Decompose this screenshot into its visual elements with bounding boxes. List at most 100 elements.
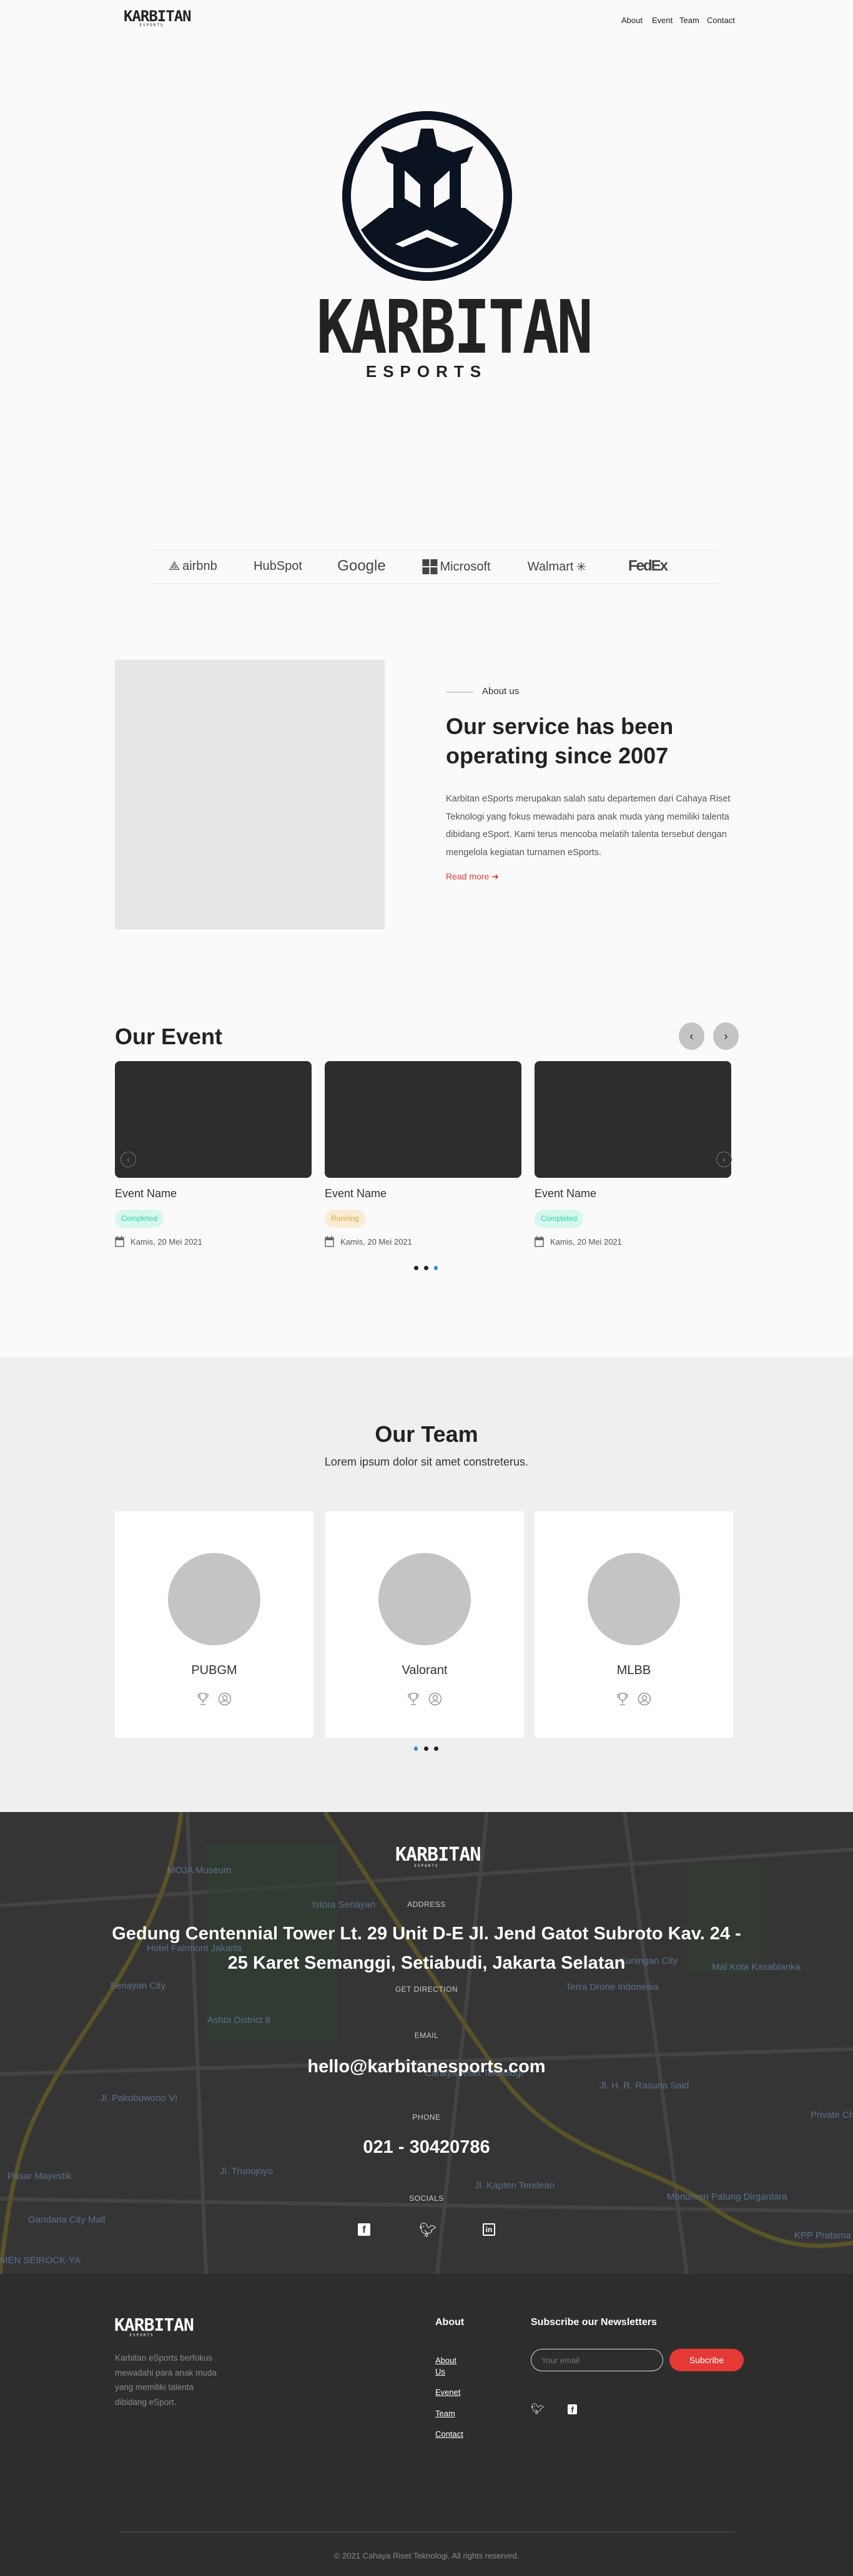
event-card-image[interactable] (115, 1061, 312, 1178)
logo-text: KARBITAN (114, 2314, 194, 2335)
team-card[interactable]: PUBGM (115, 1511, 313, 1738)
linkedin-icon[interactable]: in (483, 2223, 495, 2236)
team-avatar (378, 1553, 471, 1645)
team-pagination-dot[interactable] (424, 1746, 428, 1751)
subscribe-button[interactable]: Subcribe (669, 2349, 744, 2371)
read-more-link[interactable]: Read more ➜ (446, 871, 499, 882)
brand-label: Microsoft (440, 559, 491, 574)
event-card-image[interactable] (535, 1061, 731, 1178)
event-status-badge: Completed (115, 1210, 164, 1228)
team-pagination-dot[interactable] (414, 1746, 418, 1751)
footer-link-contact[interactable]: Contact (435, 2429, 463, 2439)
map-label: KPP Pratama Setiabudi (794, 2230, 853, 2241)
nav-about[interactable]: About (621, 16, 643, 25)
nav-logo[interactable]: KARBITAN ESPORTS (124, 9, 192, 27)
brand-label: Walmart (527, 560, 574, 574)
event-date: Kamis, 20 Mei 2021 (535, 1236, 622, 1247)
team-title: Our Team (375, 1421, 478, 1447)
email-value[interactable]: hello@karbitanesports.com (0, 2052, 853, 2082)
get-direction-link[interactable]: GET DIRECTION (395, 1985, 458, 1994)
footer-about-heading: About (435, 2317, 465, 2328)
event-card-image[interactable] (325, 1061, 521, 1178)
calendar-icon (535, 1236, 544, 1247)
address-line: Gedung Centennial Tower Lt. 29 Unit D-E … (112, 1924, 741, 1944)
brand-airbnb: ⟁ airbnb (169, 559, 217, 574)
map-label: Jl. Trunojoyo (220, 2166, 274, 2177)
events-next-button[interactable]: › (713, 1022, 739, 1050)
airbnb-icon: ⟁ (169, 559, 180, 573)
eyebrow-line (446, 692, 473, 693)
event-pagination-dot[interactable] (414, 1266, 418, 1270)
twitter-icon[interactable]: 🐦︎ (419, 2222, 436, 2238)
team-card[interactable]: Valorant (325, 1511, 524, 1738)
brand-label: airbnb (182, 559, 217, 573)
footer-description: Karbitan eSports berfokus mewadahi para … (115, 2353, 217, 2407)
card-prev-icon[interactable]: ‹ (121, 1152, 136, 1167)
map-label: Ashta District 8 (207, 2015, 270, 2025)
address-line: 25 Karet Semanggi, Setiabudi, Jakarta Se… (227, 1953, 626, 1973)
brand-fedex: FedEx (628, 557, 668, 575)
trophy-icon[interactable] (197, 1692, 209, 1706)
user-circle-icon[interactable] (638, 1692, 651, 1706)
footer-logo: KARBITAN ESPORTS (114, 2316, 194, 2338)
user-circle-icon[interactable] (428, 1692, 442, 1706)
socials-label: SOCIALS (409, 2194, 444, 2203)
event-status-badge: Running (325, 1210, 365, 1228)
calendar-icon (115, 1236, 124, 1247)
events-prev-button[interactable]: ‹ (679, 1022, 704, 1050)
footer-link-about-us[interactable]: About Us (435, 2355, 460, 2378)
footer-link-team[interactable]: Team (435, 2409, 455, 2418)
brand-hubspot: HubSpot (254, 559, 302, 574)
about-eyebrow: About us (482, 686, 520, 697)
team-card[interactable]: MLBB (535, 1511, 733, 1738)
user-circle-icon[interactable] (218, 1692, 232, 1706)
about-image (115, 660, 385, 929)
nav-team[interactable]: Team (679, 16, 699, 25)
phone-value: 021 - 30420786 (363, 2137, 490, 2157)
title-line: Our service has been (446, 713, 674, 739)
event-date: Kamis, 20 Mei 2021 (325, 1236, 412, 1247)
map-label: Jl. Kapten Tendean (475, 2180, 555, 2191)
brand-walmart: Walmart ✳ (528, 559, 586, 575)
nav-event[interactable]: Event (652, 16, 673, 25)
event-status-badge: Completed (535, 1210, 584, 1228)
footer-facebook-icon[interactable]: f (568, 2404, 577, 2414)
brand-label: Google (337, 557, 386, 574)
address-text: Gedung Centennial Tower Lt. 29 Unit D-E … (0, 1919, 853, 1978)
facebook-icon[interactable]: f (358, 2223, 370, 2236)
footer-link-event[interactable]: Evenet (435, 2387, 460, 2397)
about-paragraph: Karbitan eSports merupakan salah satu de… (446, 794, 731, 858)
microsoft-icon (422, 559, 438, 574)
copyright: © 2021 Cahaya Riset Teknologi. All right… (333, 2551, 520, 2560)
event-pagination-dot[interactable] (434, 1266, 438, 1270)
newsletter-email-input[interactable] (531, 2349, 663, 2371)
team-pagination-dot[interactable] (434, 1746, 438, 1751)
address-label: ADDRESS (407, 1900, 446, 1909)
trophy-icon[interactable] (407, 1692, 420, 1706)
nav-contact[interactable]: Contact (707, 16, 735, 25)
chevron-left-icon: ‹ (689, 1030, 694, 1042)
walmart-spark-icon: ✳ (576, 561, 587, 574)
event-name: Event Name (535, 1187, 597, 1200)
brand-label: FedEx (628, 557, 668, 574)
footer-twitter-icon[interactable]: 🐦︎ (531, 2403, 545, 2416)
brand-google: Google (337, 557, 385, 575)
team-name: PUBGM (191, 1663, 237, 1677)
logo-text: KARBITAN (124, 7, 192, 25)
map-label: MOJA Museum (167, 1865, 232, 1876)
event-date-text: Kamis, 20 Mei 2021 (340, 1237, 412, 1246)
trophy-icon[interactable] (616, 1692, 629, 1706)
team-name: MLBB (616, 1663, 651, 1677)
hero-logo-sub: ESPORTS (365, 362, 488, 381)
team-subtitle: Lorem ipsum dolor sit amet constreterus. (324, 1456, 529, 1468)
hero-logo-text: KARBITAN (316, 284, 593, 370)
email-label: EMAIL (414, 2031, 439, 2040)
event-date-text: Kamis, 20 Mei 2021 (550, 1237, 622, 1246)
event-pagination-dot[interactable] (424, 1266, 428, 1270)
map-section: MOJA Museum Istora Senayan Hotel Fairmont … (0, 1812, 853, 2274)
map-label: Jl. H. R. Rasuna Said (599, 2080, 689, 2091)
map-roads (0, 1812, 853, 2274)
card-next-icon[interactable]: › (716, 1152, 732, 1167)
brand-microsoft: Microsoft (422, 559, 491, 574)
hero-emblem (342, 111, 512, 281)
